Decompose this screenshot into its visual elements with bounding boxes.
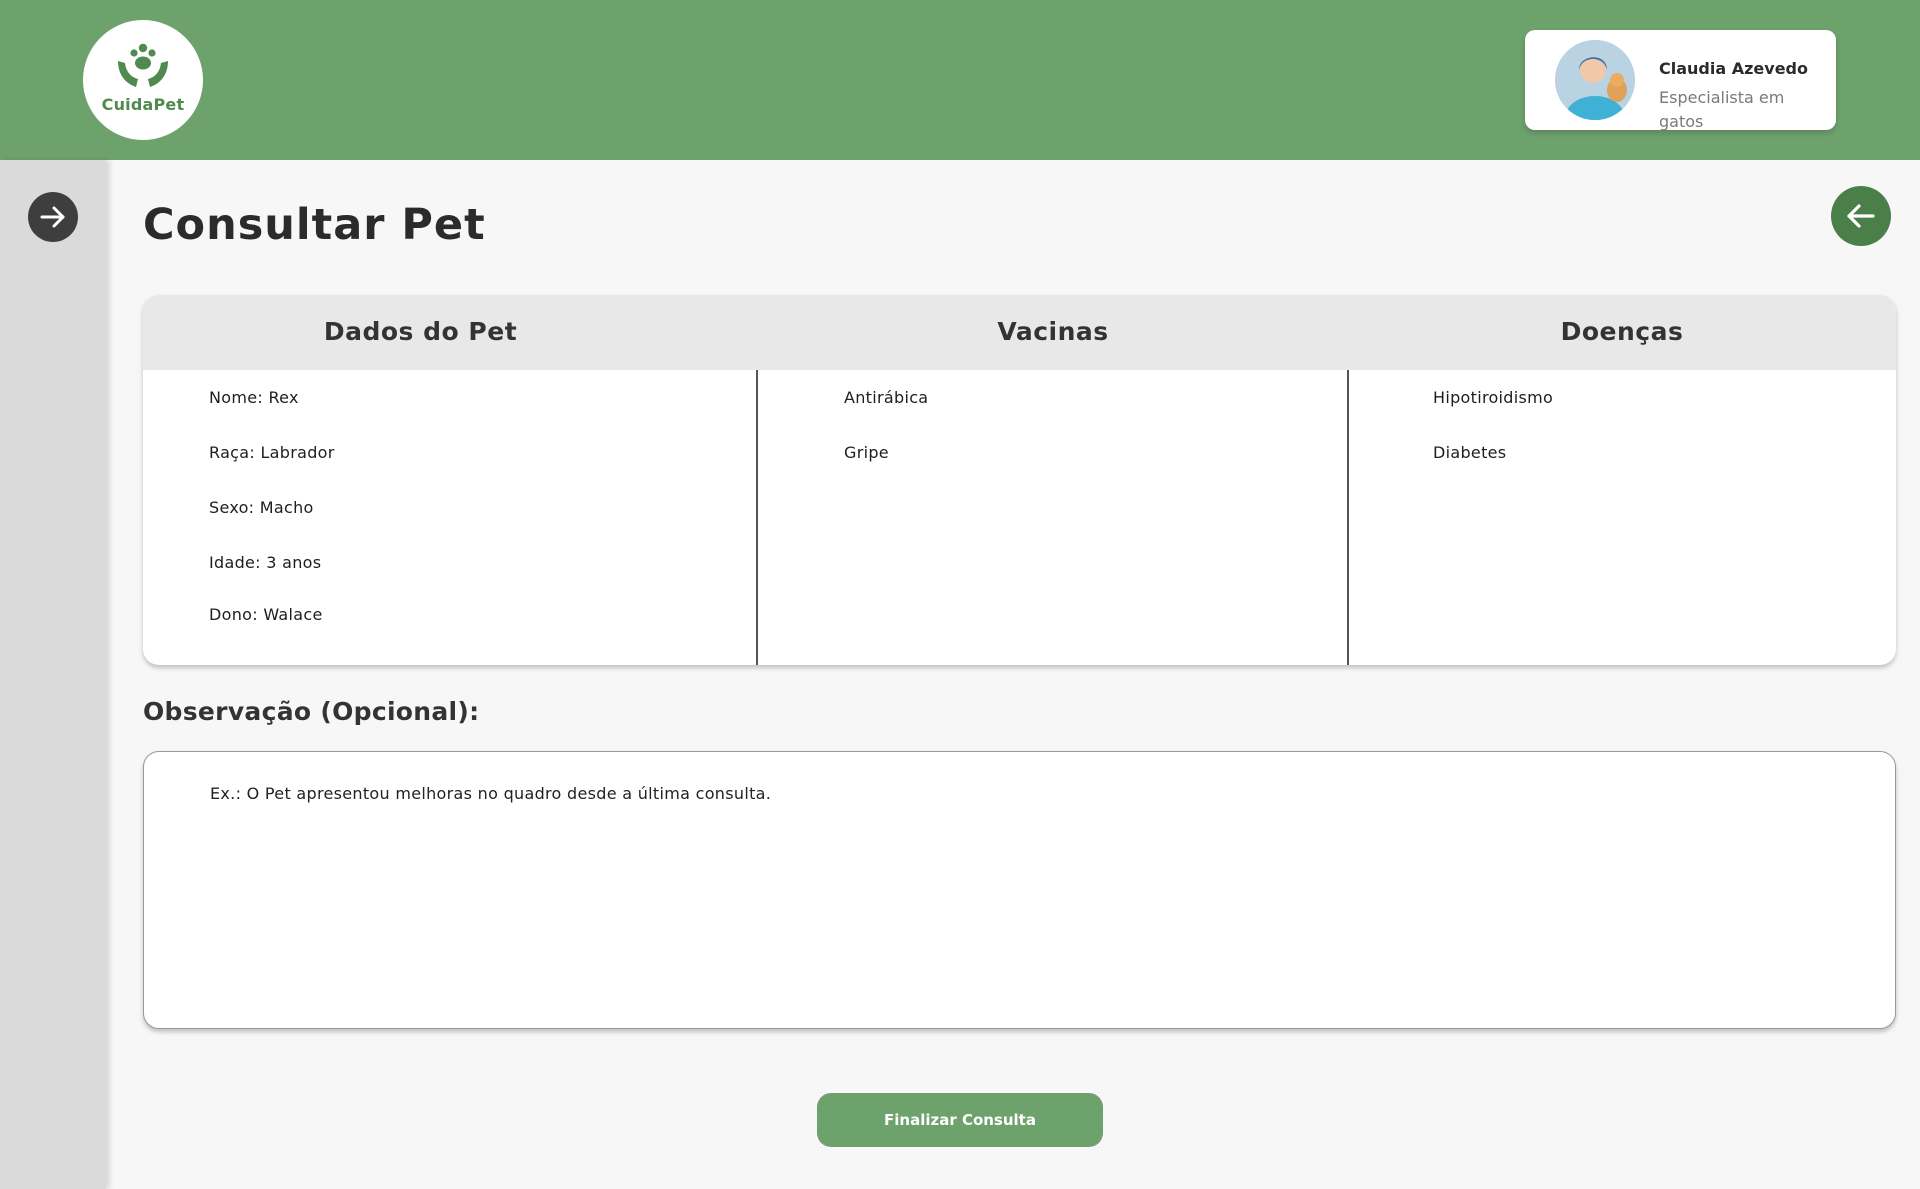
arrow-left-icon	[1847, 204, 1875, 228]
app-logo[interactable]: CuidaPet	[83, 20, 203, 140]
pet-age: Idade: 3 anos	[209, 553, 322, 572]
column-header-vaccines: Vacinas	[997, 317, 1109, 346]
paw-hands-icon	[118, 43, 168, 87]
profile-role: Especialista em gatos	[1659, 88, 1785, 131]
pet-breed: Raça: Labrador	[209, 443, 335, 462]
column-divider	[1347, 370, 1349, 665]
vaccine-item: Antirábica	[844, 388, 929, 407]
column-header-diseases: Doenças	[1560, 317, 1684, 346]
disease-item: Diabetes	[1433, 443, 1507, 462]
back-button[interactable]	[1831, 186, 1891, 246]
page-title: Consultar Pet	[143, 200, 486, 250]
observation-label: Observação (Opcional):	[143, 697, 480, 726]
sidebar-toggle-button[interactable]	[28, 192, 78, 242]
column-divider	[756, 370, 758, 665]
arrow-right-icon	[40, 206, 65, 228]
table-header: Dados do Pet Vacinas Doenças	[143, 295, 1896, 370]
pet-sex: Sexo: Macho	[209, 498, 314, 517]
avatar-image	[1555, 40, 1635, 120]
pet-name: Nome: Rex	[209, 388, 299, 407]
top-header: CuidaPet Claudia Azevedo Especialista em…	[0, 0, 1920, 160]
vaccine-item: Gripe	[844, 443, 889, 462]
sidebar	[0, 160, 106, 1189]
observation-box[interactable]	[143, 751, 1896, 1029]
logo-text: CuidaPet	[101, 94, 185, 114]
profile-name: Claudia Azevedo	[1659, 59, 1808, 78]
user-profile-card[interactable]: Claudia Azevedo Especialista em gatos	[1525, 30, 1836, 131]
observation-input[interactable]	[208, 782, 1812, 1006]
disease-item: Hipotiroidismo	[1433, 388, 1554, 407]
finish-consultation-button[interactable]: Finalizar Consulta	[817, 1093, 1103, 1147]
pet-info-table: Dados do Pet Vacinas Doenças Nome: Rex R…	[143, 295, 1896, 665]
column-header-pet-data: Dados do Pet	[323, 317, 518, 346]
avatar[interactable]	[1555, 40, 1635, 120]
pet-owner: Dono: Walace	[209, 605, 323, 624]
